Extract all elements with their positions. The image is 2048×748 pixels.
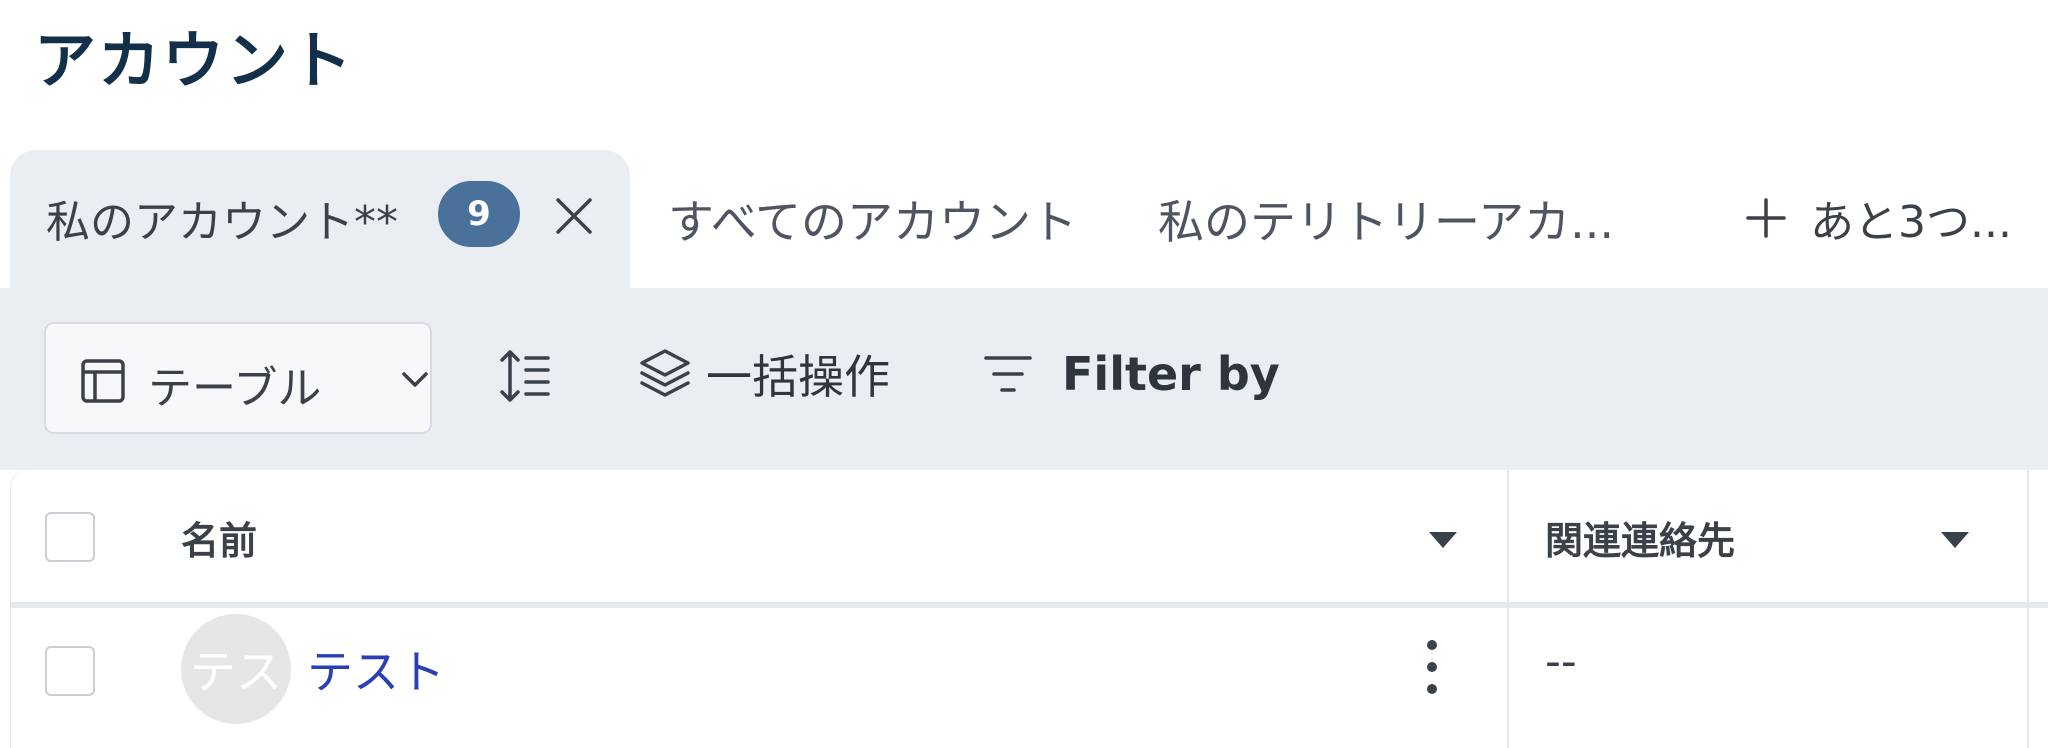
toolbar: テーブル 一括操作 Filter by <box>0 288 2048 458</box>
table-header: 名前 関連連絡先 <box>11 470 2048 608</box>
filter-by-button[interactable]: Filter by <box>982 342 1280 406</box>
bulk-actions-label: 一括操作 <box>706 350 890 404</box>
table-row[interactable]: テス テスト -- <box>11 608 2048 748</box>
filter-by-label: Filter by <box>1062 347 1280 401</box>
layers-icon <box>640 349 690 397</box>
chevron-down-icon <box>402 372 428 387</box>
view-tabs: 私のアカウント** 9 すべてのアカウント 私のテリトリーアカ... あと3つ.… <box>0 150 2048 288</box>
plus-icon <box>1746 198 1786 238</box>
tab-count-badge: 9 <box>438 181 520 247</box>
accounts-table: 名前 関連連絡先 テス テスト -- <box>10 470 2048 748</box>
filter-icon <box>984 356 1032 392</box>
column-header-related-contact[interactable]: 関連連絡先 <box>1545 510 1735 565</box>
caret-down-icon[interactable] <box>1939 530 1971 550</box>
tab-my-accounts[interactable]: 私のアカウント** 9 <box>10 150 630 288</box>
close-icon[interactable] <box>552 194 596 238</box>
select-all-checkbox[interactable] <box>45 512 95 562</box>
tab-label: 私のアカウント** <box>46 197 398 248</box>
avatar: テス <box>181 614 291 724</box>
bulk-actions-button[interactable]: 一括操作 <box>638 342 890 406</box>
view-type-label: テーブル <box>148 363 322 414</box>
more-vertical-icon[interactable] <box>1425 638 1439 696</box>
tab-my-territory-accounts[interactable]: 私のテリトリーアカ... <box>1158 186 1614 252</box>
caret-down-icon[interactable] <box>1427 530 1459 550</box>
more-tabs-button[interactable]: あと3つ... <box>1744 186 2012 250</box>
tab-all-accounts[interactable]: すべてのアカウント <box>668 186 1077 252</box>
table-icon <box>81 359 125 403</box>
accounts-page: アカウント 私のアカウント** 9 すべてのアカウント 私のテリトリーアカ...… <box>0 0 2048 748</box>
view-type-select[interactable]: テーブル <box>44 322 432 434</box>
page-title: アカウント <box>34 24 355 97</box>
account-name-link[interactable]: テスト <box>307 636 445 702</box>
toolbar-gutter <box>0 458 2048 470</box>
related-contact-value: -- <box>1545 636 1577 687</box>
line-height-sort-icon[interactable] <box>498 348 552 404</box>
more-tabs-label: あと3つ... <box>1810 197 2012 248</box>
column-header-name[interactable]: 名前 <box>181 510 257 565</box>
row-checkbox[interactable] <box>45 646 95 696</box>
